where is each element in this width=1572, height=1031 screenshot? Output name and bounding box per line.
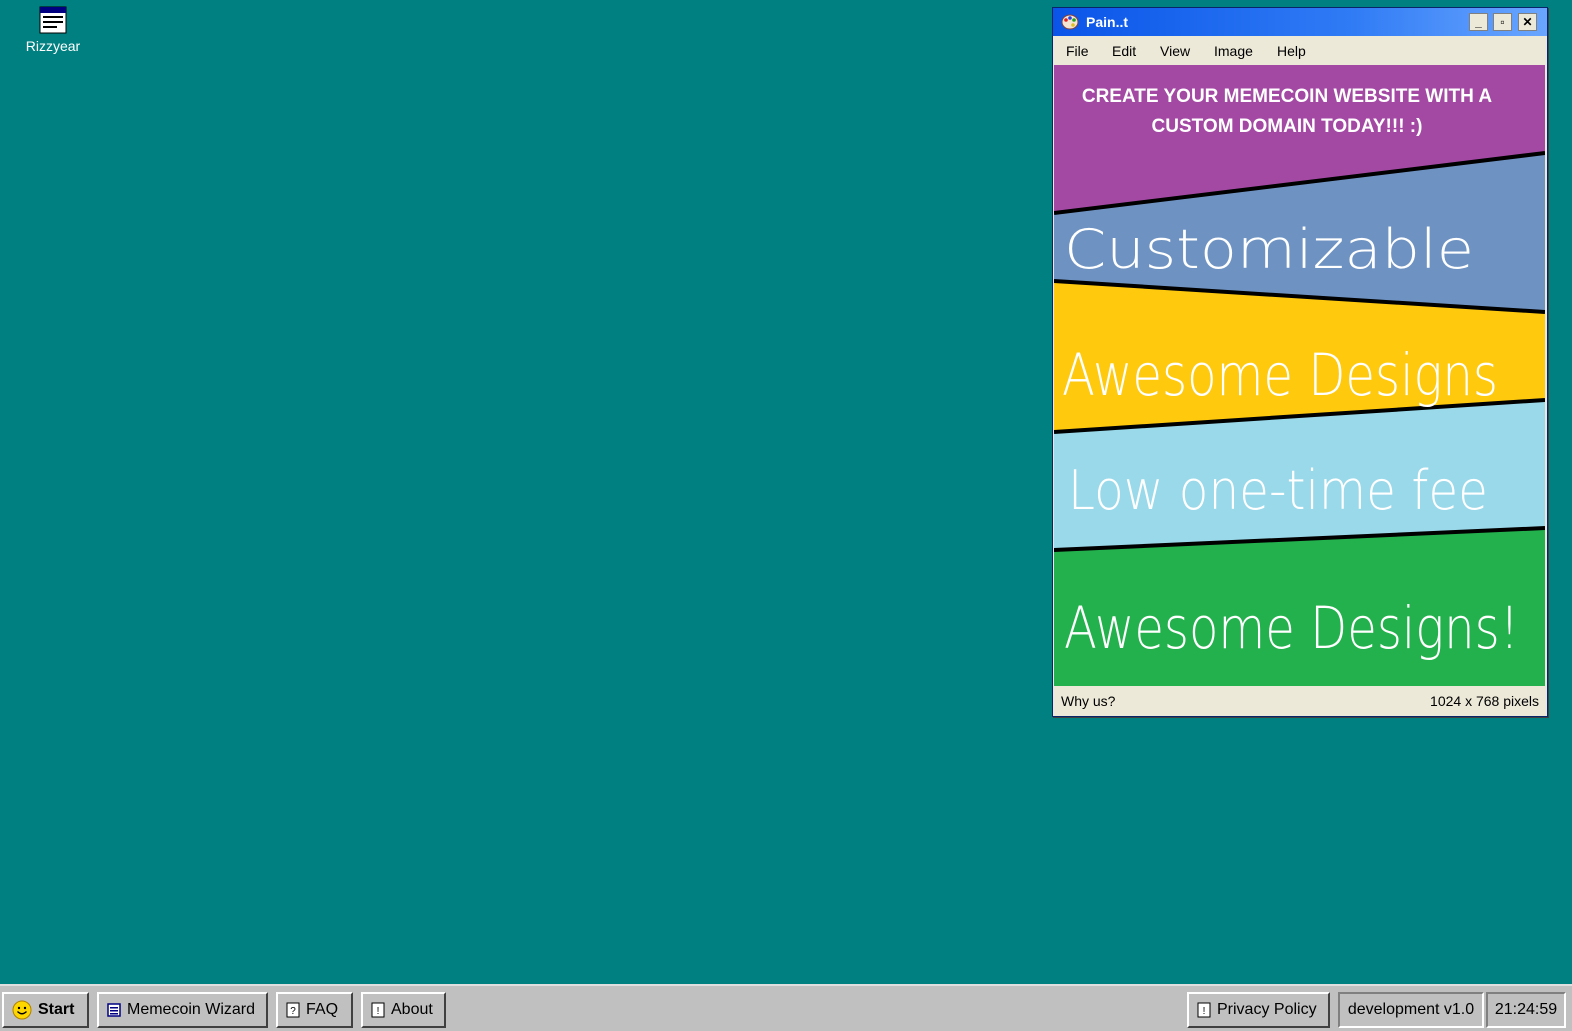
svg-text:?: ? bbox=[290, 1006, 296, 1017]
menu-bar: File Edit View Image Help bbox=[1053, 36, 1547, 64]
desktop-icon-label: Rizzyear bbox=[25, 38, 81, 54]
svg-text:!: ! bbox=[1203, 1006, 1206, 1017]
system-clock: 21:24:59 bbox=[1486, 992, 1566, 1028]
banner-line-1: CREATE YOUR MEMECOIN WEBSITE WITH A bbox=[1082, 86, 1493, 107]
taskbar-item-label: About bbox=[391, 1001, 433, 1018]
banner-line-2: CUSTOM DOMAIN TODAY!!! :) bbox=[1152, 116, 1423, 137]
menu-file[interactable]: File bbox=[1066, 43, 1089, 59]
start-button[interactable]: Start bbox=[2, 992, 89, 1028]
taskbar: Start Memecoin Wizard ? FAQ ! About ! Pr… bbox=[0, 984, 1572, 1031]
menu-edit[interactable]: Edit bbox=[1112, 43, 1136, 59]
menu-help[interactable]: Help bbox=[1277, 43, 1306, 59]
desktop-icon-rizzyear[interactable]: Rizzyear bbox=[18, 6, 88, 54]
version-indicator: development v1.0 bbox=[1338, 992, 1484, 1028]
taskbar-item-label: FAQ bbox=[306, 1001, 339, 1018]
privacy-policy-button[interactable]: ! Privacy Policy bbox=[1187, 992, 1330, 1028]
window-title: Pain..t bbox=[1086, 14, 1129, 30]
taskbar-item-label: Memecoin Wizard bbox=[127, 1001, 256, 1018]
menu-image[interactable]: Image bbox=[1214, 43, 1253, 59]
band-text-awesome-designs-2: Awesome Designs! bbox=[1064, 594, 1519, 662]
paint-canvas[interactable]: CREATE YOUR MEMECOIN WEBSITE WITH A CUST… bbox=[1054, 65, 1545, 686]
band-text-low-fee: Low one-time fee bbox=[1068, 459, 1488, 522]
band-text-awesome-designs: Awesome Designs bbox=[1062, 341, 1498, 409]
window-list-icon bbox=[107, 1003, 121, 1017]
window-app-icon bbox=[39, 6, 67, 34]
palette-icon bbox=[1061, 14, 1079, 30]
smiley-icon bbox=[12, 1000, 32, 1020]
info-doc-icon: ! bbox=[371, 1002, 385, 1018]
minimize-button[interactable]: _ bbox=[1469, 13, 1488, 31]
status-dimensions: 1024 x 768 pixels bbox=[1430, 693, 1539, 709]
paint-window[interactable]: Pain..t _ ▫ ✕ File Edit View Image Help bbox=[1052, 7, 1548, 717]
window-titlebar[interactable]: Pain..t _ ▫ ✕ bbox=[1053, 8, 1547, 36]
start-label: Start bbox=[38, 1001, 75, 1018]
privacy-policy-label: Privacy Policy bbox=[1217, 1001, 1317, 1018]
maximize-button[interactable]: ▫ bbox=[1493, 13, 1512, 31]
status-left: Why us? bbox=[1061, 693, 1116, 709]
svg-text:!: ! bbox=[377, 1006, 380, 1017]
question-doc-icon: ? bbox=[286, 1002, 300, 1018]
taskbar-about[interactable]: ! About bbox=[361, 992, 446, 1028]
canvas-image: CREATE YOUR MEMECOIN WEBSITE WITH A CUST… bbox=[1054, 65, 1545, 686]
status-bar: Why us? 1024 x 768 pixels bbox=[1053, 687, 1547, 716]
taskbar-memecoin-wizard[interactable]: Memecoin Wizard bbox=[97, 992, 268, 1028]
menu-view[interactable]: View bbox=[1160, 43, 1190, 59]
info-doc-icon: ! bbox=[1197, 1002, 1211, 1018]
taskbar-faq[interactable]: ? FAQ bbox=[276, 992, 353, 1028]
band-text-customizable: Customizable bbox=[1064, 218, 1474, 281]
close-button[interactable]: ✕ bbox=[1518, 13, 1537, 31]
